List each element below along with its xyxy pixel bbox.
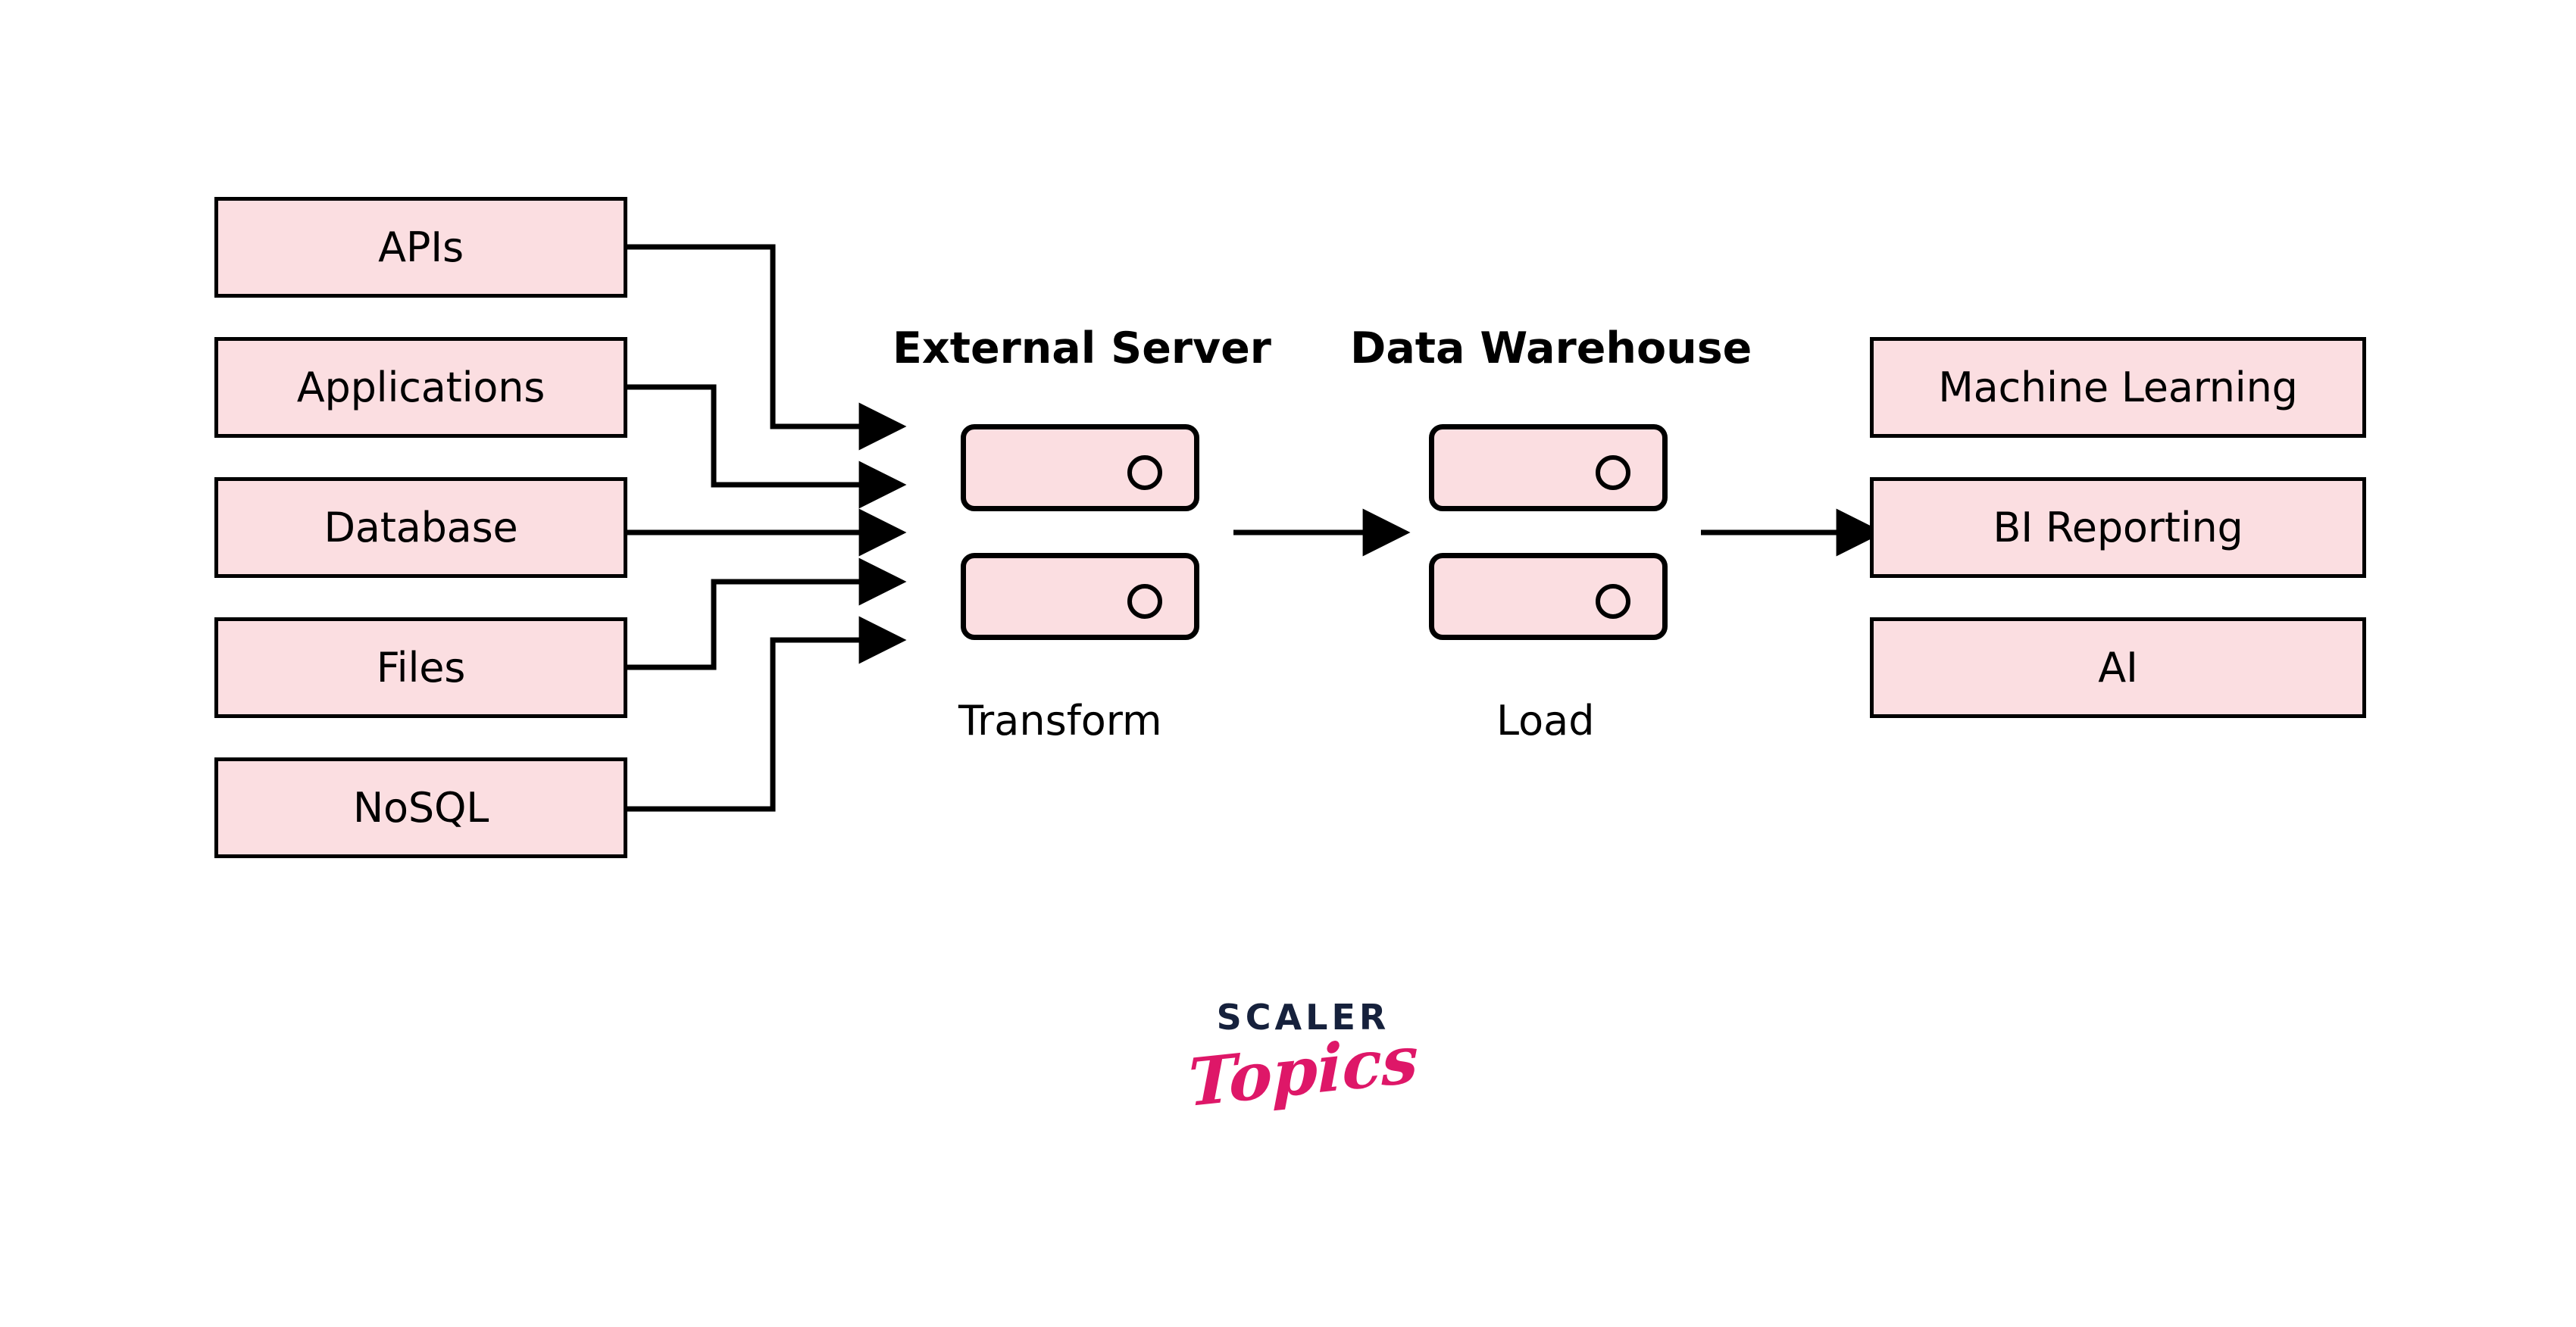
etl-diagram: APIs Applications Database Files NoSQL E… xyxy=(0,0,2576,1327)
source-label: Database xyxy=(324,503,518,551)
connector-apis xyxy=(627,244,907,451)
stage-caption-transform: Transform xyxy=(958,697,1162,745)
source-box-applications[interactable]: Applications xyxy=(214,337,627,438)
server-unit-load-top[interactable] xyxy=(1429,424,1668,511)
server-unit-transform-bottom[interactable] xyxy=(961,553,1199,640)
stage-caption-load: Load xyxy=(1496,697,1595,745)
status-led-icon xyxy=(1596,584,1630,619)
source-label: NoSQL xyxy=(352,783,489,832)
server-unit-load-bottom[interactable] xyxy=(1429,553,1668,640)
status-led-icon xyxy=(1596,455,1630,490)
stage-heading-data-warehouse: Data Warehouse xyxy=(1350,323,1752,373)
logo-script: Topics xyxy=(1188,1020,1418,1122)
source-label: Applications xyxy=(296,363,546,411)
connector-files xyxy=(627,557,907,670)
connector-applications xyxy=(627,384,907,509)
scaler-topics-logo: SCALER Topics xyxy=(1182,1000,1424,1159)
output-box-ai[interactable]: AI xyxy=(1870,617,2366,718)
stage-heading-external-server: External Server xyxy=(893,323,1271,373)
output-box-machine-learning[interactable]: Machine Learning xyxy=(1870,337,2366,438)
output-label: BI Reporting xyxy=(1993,503,2243,551)
source-box-database[interactable]: Database xyxy=(214,477,627,578)
status-led-icon xyxy=(1127,455,1162,490)
source-box-nosql[interactable]: NoSQL xyxy=(214,757,627,858)
output-label: AI xyxy=(2098,643,2138,692)
output-label: Machine Learning xyxy=(1938,363,2298,411)
status-led-icon xyxy=(1127,584,1162,619)
output-box-bi-reporting[interactable]: BI Reporting xyxy=(1870,477,2366,578)
source-box-apis[interactable]: APIs xyxy=(214,197,627,298)
server-unit-transform-top[interactable] xyxy=(961,424,1199,511)
source-box-files[interactable]: Files xyxy=(214,617,627,718)
source-label: APIs xyxy=(378,223,464,271)
source-label: Files xyxy=(376,643,466,692)
